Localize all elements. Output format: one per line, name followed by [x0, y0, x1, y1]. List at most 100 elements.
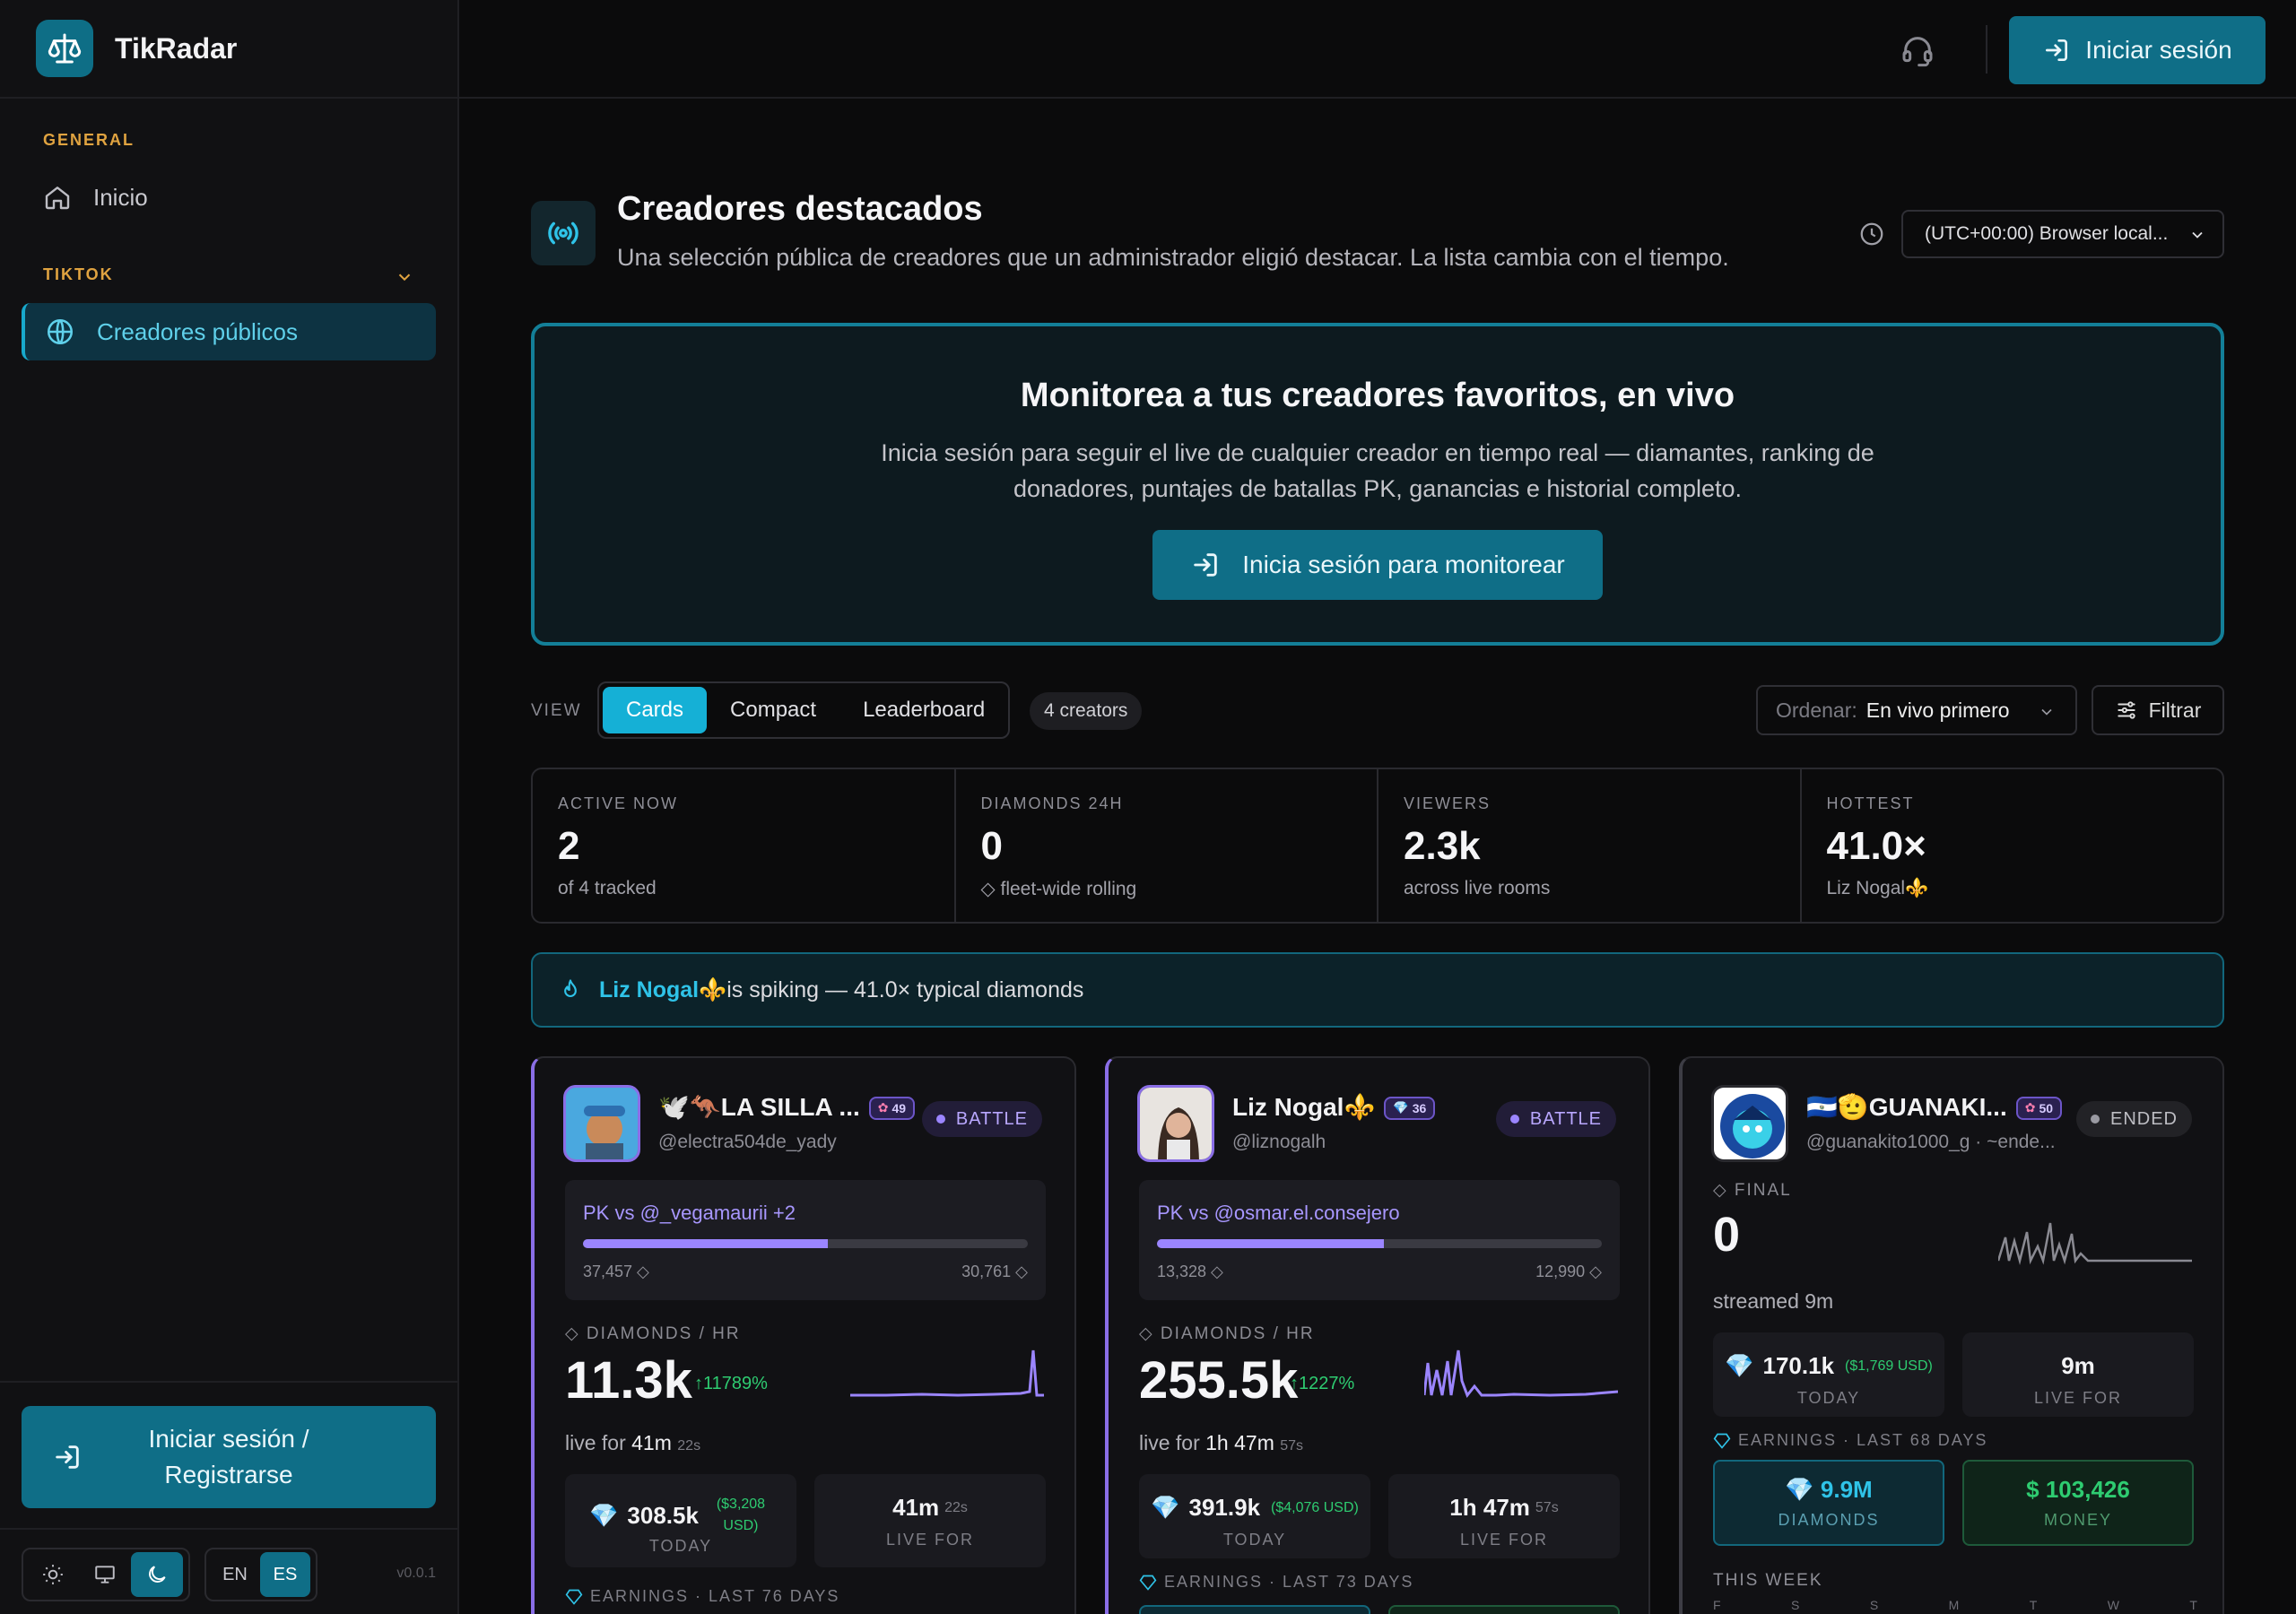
tab-leaderboard[interactable]: Leaderboard: [839, 687, 1008, 733]
sidebar-footer: Iniciar sesión / Registrarse EN ES v0.0.…: [0, 1381, 459, 1614]
chevron-down-icon: [2192, 231, 2203, 239]
gem-icon: 💎: [1393, 1100, 1409, 1115]
creator-name: 🇸🇻🫡GUANAKI... ✿ 50: [1806, 1092, 2063, 1122]
language-switcher: EN ES: [204, 1548, 317, 1601]
diamonds-per-hour-label: ◇ DIAMONDS / HR: [1139, 1324, 1315, 1343]
tab-compact[interactable]: Compact: [707, 687, 839, 733]
live-for-tile: 41m 22s LIVE FOR: [814, 1474, 1046, 1567]
total-diamonds-tile: 💎 9.9M DIAMONDS: [1713, 1460, 1944, 1546]
status-dot: [1509, 1115, 1519, 1124]
stat-value: 0: [980, 824, 1003, 868]
tab-cards[interactable]: Cards: [603, 687, 708, 733]
weekday-label: W: [2107, 1598, 2119, 1612]
theme-system-button[interactable]: [79, 1552, 131, 1597]
avatar: [1711, 1085, 1788, 1162]
theme-light-button[interactable]: [27, 1552, 79, 1597]
creator-card[interactable]: 🕊️🦘LA SILLA ... ✿ 49 @electra504de_yady BA…: [531, 1056, 1076, 1614]
alert-creator-link[interactable]: Liz Nogal⚜️: [599, 977, 726, 1003]
status-text: BATTLE: [955, 1108, 1028, 1129]
creator-name-text: 🇸🇻🫡GUANAKI...: [1806, 1093, 2007, 1121]
today-label: TODAY: [1796, 1389, 1861, 1407]
sidebar-item-label: Creadores públicos: [97, 317, 299, 345]
login-icon: [2046, 39, 2068, 61]
app-root: TikRadar GENERAL Inicio TIKTOK Creadores…: [0, 0, 2296, 1614]
gift-icon: ✿: [2024, 1100, 2036, 1115]
stat-sub: of 4 tracked: [558, 878, 657, 898]
stat-label: VIEWERS: [1404, 794, 1492, 812]
promo-signin-button[interactable]: Inicia sesión para monitorear: [1152, 530, 1603, 600]
today-value: 391.9k: [1188, 1494, 1261, 1521]
status-text: ENDED: [2109, 1108, 2178, 1129]
earnings-label: EARNINGS · LAST 76 DAYS: [590, 1587, 840, 1605]
theme-dark-button[interactable]: [131, 1552, 183, 1597]
diamond-icon: [1139, 1575, 1157, 1591]
status-badge: ENDED: [2075, 1101, 2192, 1137]
sidebar-settings: EN ES v0.0.1: [0, 1528, 459, 1614]
creator-name-text: 🕊️🦘LA SILLA ...: [658, 1093, 860, 1121]
login-icon: [56, 1445, 79, 1469]
livefor-value: 1h 47m: [1449, 1494, 1530, 1521]
diamonds-change-pct: ↑11789%: [694, 1374, 768, 1393]
stat-viewers: VIEWERS 2.3k across live rooms: [1378, 769, 1802, 922]
avatar: [1137, 1085, 1214, 1162]
stat-label: ACTIVE NOW: [558, 794, 679, 812]
globe-icon: [47, 318, 74, 345]
sun-icon: [43, 1565, 63, 1584]
stat-hottest: HOTTEST 41.0× Liz Nogal⚜️: [1802, 769, 2223, 922]
sidebar-item-creadores-publicos[interactable]: Creadores públicos: [22, 303, 436, 360]
pk-progress-fill: [1157, 1239, 1384, 1248]
pk-progress: [583, 1239, 1028, 1248]
lang-en-button[interactable]: EN: [210, 1552, 260, 1597]
gift-icon: ✿: [877, 1100, 889, 1115]
view-toolbar: VIEW Cards Compact Leaderboard 4 creator…: [531, 681, 2224, 739]
sparkline: [1998, 1222, 2192, 1265]
view-switcher: Cards Compact Leaderboard: [597, 681, 1010, 739]
today-usd: ($3,208 USD): [716, 1497, 766, 1533]
chevron-down-icon[interactable]: [395, 267, 414, 287]
stat-label: DIAMONDS 24H: [980, 794, 1124, 812]
filter-label: Filtrar: [2148, 698, 2202, 722]
pk-title: PK vs @osmar.el.consejero: [1157, 1202, 1400, 1224]
filter-button[interactable]: Filtrar: [2092, 685, 2224, 735]
stat-sub: across live rooms: [1404, 878, 1551, 898]
signin-line-2: Registrarse: [164, 1461, 293, 1488]
timezone-value: (UTC+00:00) Browser local...: [1925, 223, 2169, 244]
timezone-select[interactable]: (UTC+00:00) Browser local...: [1901, 210, 2224, 258]
lang-es-button[interactable]: ES: [260, 1552, 310, 1597]
sidebar: TikRadar GENERAL Inicio TIKTOK Creadores…: [0, 0, 459, 1614]
level-value: 36: [1412, 1100, 1427, 1115]
today-usd: ($4,076 USD): [1271, 1499, 1359, 1515]
sparkline: [850, 1349, 1044, 1397]
sort-select[interactable]: Ordenar: En vivo primero: [1756, 685, 2077, 735]
sidebar-item-inicio[interactable]: Inicio: [22, 169, 436, 226]
diamond-icon: 💎: [1151, 1494, 1180, 1521]
stat-value: 41.0×: [1826, 824, 1926, 868]
today-value: 308.5k: [627, 1501, 699, 1529]
scale-logo-icon: [36, 20, 93, 77]
live-main: 41m: [631, 1431, 672, 1454]
brand[interactable]: TikRadar: [0, 0, 457, 99]
pk-progress: [1157, 1239, 1602, 1248]
promo-title: Monitorea a tus creadores favoritos, en …: [1020, 377, 1735, 414]
creator-handle: @guanakito1000_g · ~ende...: [1806, 1132, 2056, 1152]
creator-name: 🕊️🦘LA SILLA ... ✿ 49: [658, 1092, 916, 1122]
pk-right-score: 12,990 ◇: [1535, 1263, 1602, 1280]
pk-battle-panel: PK vs @_vegamaurii +2 37,457 ◇ 30,761 ◇: [565, 1180, 1046, 1300]
pk-title: PK vs @_vegamaurii +2: [583, 1202, 796, 1224]
topbar-signin-label: Iniciar sesión: [2085, 36, 2232, 64]
topbar-signin-button[interactable]: Iniciar sesión: [2009, 16, 2266, 84]
headset-icon[interactable]: [1900, 32, 1935, 68]
creator-card[interactable]: Liz Nogal⚜️ 💎 36 @liznogalh BATTLE PK vs @…: [1105, 1056, 1650, 1614]
creator-card[interactable]: 🇸🇻🫡GUANAKI... ✿ 50 @guanakito1000_g · ~end…: [1679, 1056, 2224, 1614]
login-icon: [1194, 553, 1217, 577]
live-prefix: live for: [565, 1431, 632, 1454]
diamonds-per-hour-label: ◇ DIAMONDS / HR: [565, 1324, 741, 1343]
livefor-sec: 22s: [944, 1499, 968, 1515]
diamond-icon: 💎: [1785, 1476, 1814, 1503]
flame-icon: [564, 979, 577, 998]
signin-register-button[interactable]: Iniciar sesión / Registrarse: [22, 1406, 436, 1508]
today-value: 170.1k: [1762, 1352, 1835, 1379]
weekday-label: S: [1869, 1598, 1879, 1612]
page-title: Creadores destacados: [617, 190, 983, 228]
live-sec: 22s: [677, 1438, 701, 1453]
